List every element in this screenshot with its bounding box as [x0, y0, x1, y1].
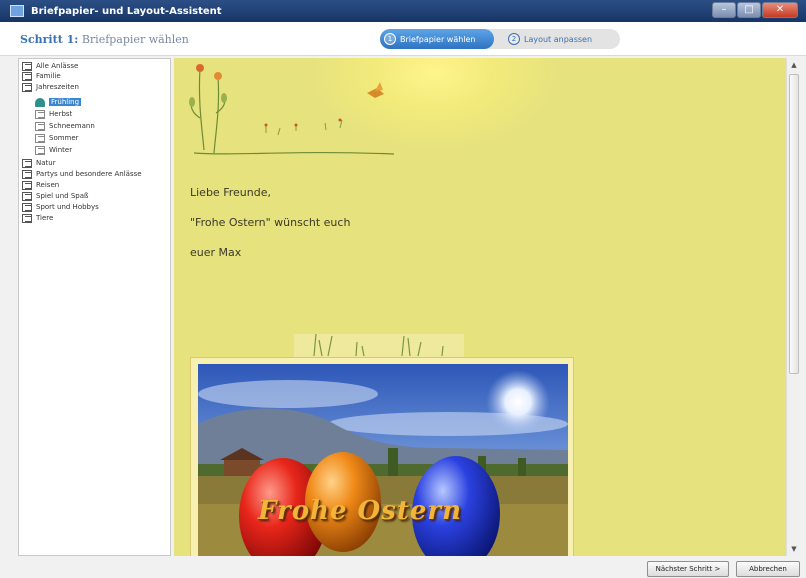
minimize-icon[interactable]: – [712, 2, 736, 18]
tree-item-sommer[interactable]: Sommer [35, 133, 79, 143]
stationery-folder-icon [22, 180, 32, 190]
letter-greeting: Liebe Freunde, [190, 186, 271, 199]
step-indicator: 1 Briefpapier wählen 2 Layout anpassen [380, 29, 620, 49]
stationery-folder-icon [22, 169, 32, 179]
tree-item-alle-anlaesse[interactable]: Alle Anlässe [22, 61, 78, 71]
letter-line2: "Frohe Ostern" wünscht euch [190, 216, 351, 229]
photo-frame: Frohe Ostern [190, 357, 574, 556]
step-1-label: Briefpapier wählen [400, 34, 476, 44]
tree-item-winter[interactable]: Winter [35, 145, 72, 155]
stationery-icon [35, 133, 45, 143]
step-label: Schritt 1: Briefpapier wählen [20, 33, 189, 46]
tree-item-partys[interactable]: Partys und besondere Anlässe [22, 169, 142, 179]
wizard-header: Schritt 1: Briefpapier wählen 1 Briefpap… [0, 22, 806, 56]
easter-photo: Frohe Ostern [198, 364, 568, 556]
next-step-button[interactable]: Nächster Schritt > [647, 561, 729, 577]
maximize-icon[interactable]: □ [737, 2, 761, 18]
spring-flowers-decoration [189, 64, 395, 155]
step-2-number: 2 [508, 33, 520, 45]
tree-item-herbst[interactable]: Herbst [35, 109, 72, 119]
step-1-pill[interactable]: 1 Briefpapier wählen [380, 29, 494, 49]
cancel-button[interactable]: Abbrechen [736, 561, 800, 577]
tree-item-fruehling[interactable]: Frühling [35, 97, 82, 107]
window-controls: – □ ✕ [711, 2, 798, 18]
tree-item-familie[interactable]: Familie [22, 71, 61, 81]
stationery-folder-icon [22, 191, 32, 201]
spring-icon [35, 97, 45, 107]
tree-item-natur[interactable]: Natur [22, 158, 56, 168]
category-tree[interactable]: Alle Anlässe Familie Jahreszeiten Frühli… [18, 58, 171, 556]
stationery-folder-icon [22, 61, 32, 71]
window-title: Briefpapier- und Layout-Assistent [31, 5, 222, 17]
easter-eggs-image [198, 364, 568, 556]
tree-item-sport-und-hobbys[interactable]: Sport und Hobbys [22, 202, 99, 212]
step-1-number: 1 [384, 33, 396, 45]
close-icon[interactable]: ✕ [762, 2, 798, 18]
stationery-folder-icon [22, 213, 32, 223]
stationery-icon [35, 121, 45, 131]
step-2-pill[interactable]: 2 Layout anpassen [504, 29, 616, 49]
stationery-folder-icon [22, 202, 32, 212]
photo-caption: Frohe Ostern [258, 496, 462, 526]
tree-item-jahreszeiten[interactable]: Jahreszeiten [22, 82, 79, 92]
tree-item-tiere[interactable]: Tiere [22, 213, 53, 223]
stationery-icon [35, 145, 45, 155]
title-bar: Briefpapier- und Layout-Assistent – □ ✕ [0, 0, 806, 22]
scroll-up-icon[interactable]: ▲ [787, 58, 801, 72]
step-title: Briefpapier wählen [81, 33, 189, 46]
stationery-folder-icon [22, 71, 32, 81]
grass-decoration [294, 333, 464, 358]
step-2-label: Layout anpassen [524, 34, 593, 44]
app-icon [10, 5, 24, 17]
tree-item-spiel-und-spass[interactable]: Spiel und Spaß [22, 191, 88, 201]
scroll-down-icon[interactable]: ▼ [787, 542, 801, 556]
stationery-preview: Liebe Freunde, "Frohe Ostern" wünscht eu… [174, 58, 786, 556]
tree-item-reisen[interactable]: Reisen [22, 180, 59, 190]
preview-scrollbar[interactable]: ▲ ▼ [786, 58, 800, 556]
stationery-icon [35, 109, 45, 119]
stationery-folder-icon [22, 82, 32, 92]
letter-signature: euer Max [190, 246, 242, 259]
scroll-thumb[interactable] [789, 74, 799, 374]
tree-item-schneemann[interactable]: Schneemann [35, 121, 95, 131]
step-prefix: Schritt 1: [20, 33, 79, 46]
stationery-folder-icon [22, 158, 32, 168]
